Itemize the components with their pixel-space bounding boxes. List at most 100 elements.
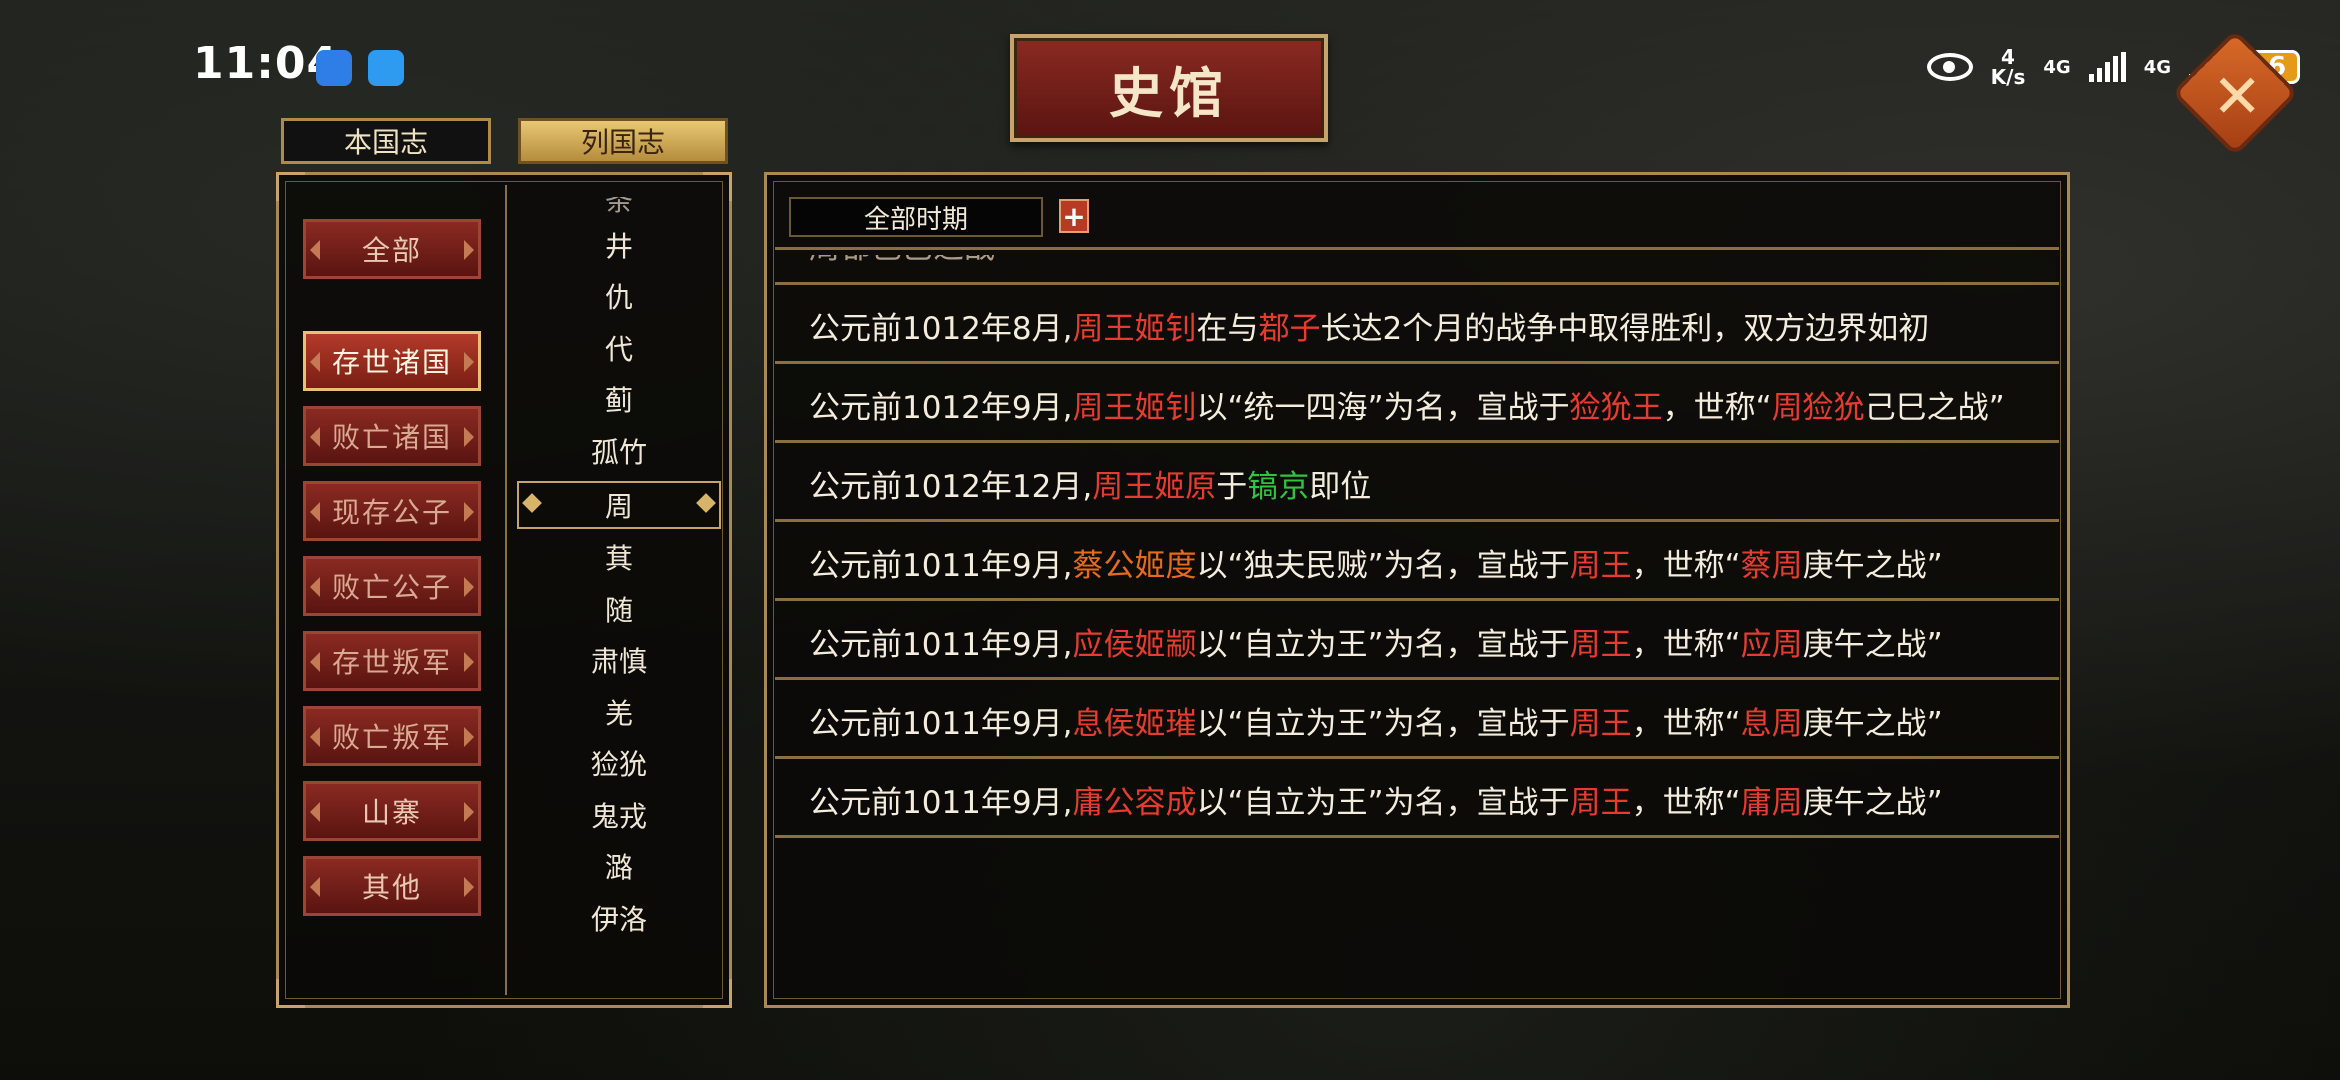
category-surviving-states[interactable]: 存世诸国 [303,331,481,391]
event-date: 公元前1012年12月, [809,469,1093,505]
event-mid: 于 [1216,469,1248,505]
signal-bars-1-icon [2088,52,2126,82]
nation-item-selected[interactable]: 周 [517,480,721,529]
event-mid: ，世称“ [1631,785,1741,821]
category-other[interactable]: 其他 [303,856,481,916]
left-diamond-icon [522,492,542,513]
event-row: 公元前1011年9月,应侯姬颛以“自立为王”为名，宣战于周王，世称“应周庚午之战… [775,601,2059,680]
network-1: 4G [2043,56,2071,78]
category-bandits[interactable]: 山寨 [303,781,481,841]
event-war-name: 庸周 [1740,785,1803,821]
nation-item[interactable]: 羌 [511,686,727,738]
event-date: 公元前1012年9月, [809,390,1073,426]
category-fallen-princes[interactable]: 败亡公子 [303,556,481,616]
category-all[interactable]: 全部 [303,219,481,279]
nation-item[interactable]: 井 [511,219,727,271]
event-mid: 以“统一四海”为名，宣战于 [1196,390,1570,426]
event-actor: 庸公容成 [1072,785,1197,821]
nation-item[interactable]: 肃慎 [511,635,727,687]
event-actor: 蔡公姬度 [1072,548,1197,584]
nation-item[interactable]: 潞 [511,841,727,893]
event-actor: 息侯姬璀 [1072,706,1197,742]
event-mid: 即位 [1309,469,1372,505]
net-speed: 4 K/s [1991,47,2026,87]
event-war-name: 周猃狁 [1771,390,1865,426]
event-war-name: 息周 [1740,706,1803,742]
event-list[interactable]: 周鄀己巳之战 公元前1012年8月,周王姬钊在与鄀子长达2个月的战争中取得胜利，… [775,255,2059,999]
event-actor: 周王姬原 [1092,469,1217,505]
nation-item[interactable]: 仇 [511,271,727,323]
period-filter-dropdown[interactable]: 全部时期 [789,197,1043,237]
expand-filter-button[interactable]: + [1059,199,1089,233]
category-fallen-rebels[interactable]: 败亡叛军 [303,706,481,766]
event-row: 公元前1012年8月,周王姬钊在与鄀子长达2个月的战争中取得胜利，双方边界如初 [775,285,2059,364]
event-row: 公元前1011年9月,息侯姬璀以“自立为王”为名，宣战于周王，世称“息周庚午之战… [775,680,2059,759]
nation-item[interactable]: 猃狁 [511,738,727,790]
nation-list[interactable]: 条 井 仇 代 蓟 孤竹 周 萁 随 肃慎 羌 猃狁 鬼戎 潞 伊洛 [511,197,727,991]
category-living-princes[interactable]: 现存公子 [303,481,481,541]
nation-item[interactable]: 随 [511,583,727,635]
event-mid: ，世称“ [1631,627,1741,663]
nation-item[interactable]: 代 [511,322,727,374]
event-mid: ，世称“ [1631,706,1741,742]
nation-item[interactable]: 鬼戎 [511,789,727,841]
nation-item[interactable]: 蓟 [511,374,727,426]
event-place: 镐京 [1247,469,1310,505]
page-title: 史馆 [1010,34,1328,142]
event-tail: 己巳之战” [1864,390,2005,426]
network-2: 4G [2143,56,2171,78]
left-panel: 全部 存世诸国 败亡诸国 现存公子 败亡公子 存世叛军 败亡叛军 山寨 其他 条… [276,172,732,1008]
event-war-name: 应周 [1740,627,1803,663]
nation-item[interactable]: 伊洛 [511,892,727,944]
header-divider [775,247,2059,250]
category-fallen-states[interactable]: 败亡诸国 [303,406,481,466]
nation-selected-label: 周 [604,489,633,523]
event-target: 周王 [1569,785,1632,821]
event-actor: 周王姬钊 [1072,390,1197,426]
event-target: 鄀子 [1258,311,1321,347]
event-tail: 庚午之战” [1802,706,1943,742]
event-date: 公元前1011年9月, [809,627,1073,663]
event-mid: 以“独夫民贼”为名，宣战于 [1196,548,1570,584]
net-speed-unit: K/s [1990,65,2026,89]
event-row: 公元前1012年12月,周王姬原于镐京即位 [775,443,2059,522]
event-tail: 庚午之战” [1802,548,1943,584]
message-icon [368,50,404,86]
event-tail: 庚午之战” [1802,627,1943,663]
event-date: 公元前1011年9月, [809,548,1073,584]
net-speed-value: 4 [2001,45,2015,69]
event-mid: ，世称“ [1631,548,1741,584]
data-sync-icon [316,50,352,86]
event-target: 周王 [1569,548,1632,584]
event-row: 公元前1011年9月,蔡公姬度以“独夫民贼”为名，宣战于周王，世称“蔡周庚午之战… [775,522,2059,601]
event-date: 公元前1012年8月, [809,311,1073,347]
event-text: 周鄀己巳之战 [809,255,995,266]
tab-home-annals[interactable]: 本国志 [281,118,491,164]
tab-other-annals[interactable]: 列国志 [518,118,728,164]
event-target: 周王 [1569,706,1632,742]
event-mid: 以“自立为王”为名，宣战于 [1196,627,1570,663]
nation-item[interactable]: 萁 [511,532,727,584]
event-row-partial: 周鄀己巳之战 [775,255,2059,285]
event-target: 猃狁王 [1569,390,1663,426]
event-log-panel: 全部时期 + 周鄀己巳之战 公元前1012年8月,周王姬钊在与鄀子长达2个月的战… [764,172,2070,1008]
close-icon[interactable]: ✕ [2212,62,2262,132]
event-target: 周王 [1569,627,1632,663]
event-mid: 长达2个月的战争中取得胜利，双方边界如初 [1320,311,1930,347]
event-date: 公元前1011年9月, [809,785,1073,821]
event-mid: 在与 [1196,311,1259,347]
event-row: 公元前1011年9月,庸公容成以“自立为王”为名，宣战于周王，世称“庸周庚午之战… [775,759,2059,838]
event-mid: ，世称“ [1662,390,1772,426]
category-surviving-rebels[interactable]: 存世叛军 [303,631,481,691]
event-date: 公元前1011年9月, [809,706,1073,742]
event-actor: 应侯姬颛 [1072,627,1197,663]
eye-icon [1926,53,1973,81]
event-actor: 周王姬钊 [1072,311,1197,347]
event-row: 公元前1012年9月,周王姬钊以“统一四海”为名，宣战于猃狁王，世称“周猃狁己巳… [775,364,2059,443]
event-mid: 以“自立为王”为名，宣战于 [1196,706,1570,742]
event-war-name: 蔡周 [1740,548,1803,584]
event-tail: 庚午之战” [1802,785,1943,821]
event-mid: 以“自立为王”为名，宣战于 [1196,785,1570,821]
nation-item[interactable]: 孤竹 [511,425,727,477]
nation-item[interactable]: 条 [511,197,727,219]
